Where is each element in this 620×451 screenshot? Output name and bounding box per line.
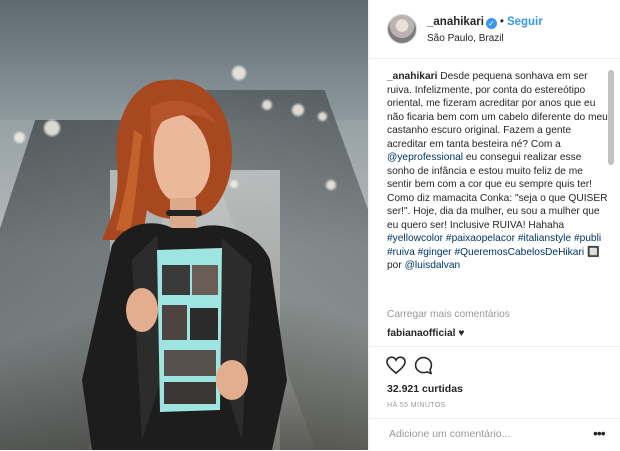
post-timestamp[interactable]: HÁ 55 MINUTOS: [387, 402, 446, 409]
likes-count[interactable]: 32.921 curtidas: [387, 383, 463, 395]
header-user-line: _anahikari ✓ • Seguir: [427, 16, 543, 29]
mention-link[interactable]: @yeprofessional: [387, 152, 463, 163]
follow-button[interactable]: Seguir: [507, 16, 543, 28]
hashtag-link[interactable]: #QueremosCabelosDeHikari: [454, 247, 584, 258]
caption-username[interactable]: _anahikari: [387, 71, 437, 82]
post-side-panel: _anahikari ✓ • Seguir São Paulo, Brazil _an…: [368, 0, 620, 450]
instagram-post: _anahikari ✓ • Seguir São Paulo, Brazil _an…: [0, 0, 620, 450]
caption-text: Desde pequena sonhava em ser ruiva. Infe…: [387, 71, 608, 150]
location-link[interactable]: São Paulo, Brazil: [427, 33, 504, 44]
username-link[interactable]: _anahikari: [427, 16, 484, 28]
bokeh-light: [44, 120, 60, 136]
heart-outline-icon[interactable]: [386, 356, 406, 374]
caption-scrollbar[interactable]: [608, 70, 614, 165]
hashtag-link[interactable]: #ginger: [418, 247, 452, 258]
separator-dot: •: [499, 16, 504, 28]
verified-badge-icon: ✓: [485, 18, 497, 29]
caption-text: eu consegui realizar esse sonho de infân…: [387, 152, 608, 231]
actions-bar: [369, 346, 620, 347]
mention-link[interactable]: @luisdalvan: [405, 260, 461, 271]
post-header: _anahikari ✓ • Seguir São Paulo, Brazil: [369, 0, 620, 59]
hashtag-link[interactable]: #publi: [574, 233, 601, 244]
post-caption: _anahikari Desde pequena sonhava em ser …: [387, 70, 609, 273]
hashtag-link[interactable]: #paixaopelacor: [446, 233, 515, 244]
hashtag-link[interactable]: #ruiva: [387, 247, 415, 258]
comment-username[interactable]: fabianaofficial: [387, 328, 456, 339]
load-more-comments-link[interactable]: Carregar mais comentários: [387, 309, 510, 320]
hashtag-link[interactable]: #yellowcolor: [387, 233, 443, 244]
add-comment-bar: •••: [369, 418, 620, 451]
comment-bubble-icon[interactable]: [414, 356, 433, 375]
bokeh-light: [326, 180, 336, 190]
more-options-icon[interactable]: •••: [593, 425, 606, 441]
woman-figure: [82, 79, 287, 450]
comment-text: ♥: [458, 328, 465, 339]
add-comment-input[interactable]: [387, 427, 581, 441]
comment: fabianaofficial ♥: [387, 328, 464, 339]
post-photo[interactable]: [0, 0, 368, 450]
avatar[interactable]: [387, 14, 417, 44]
hashtag-link[interactable]: #italianstyle: [518, 233, 571, 244]
bokeh-light: [14, 132, 25, 143]
bokeh-light: [318, 112, 327, 121]
